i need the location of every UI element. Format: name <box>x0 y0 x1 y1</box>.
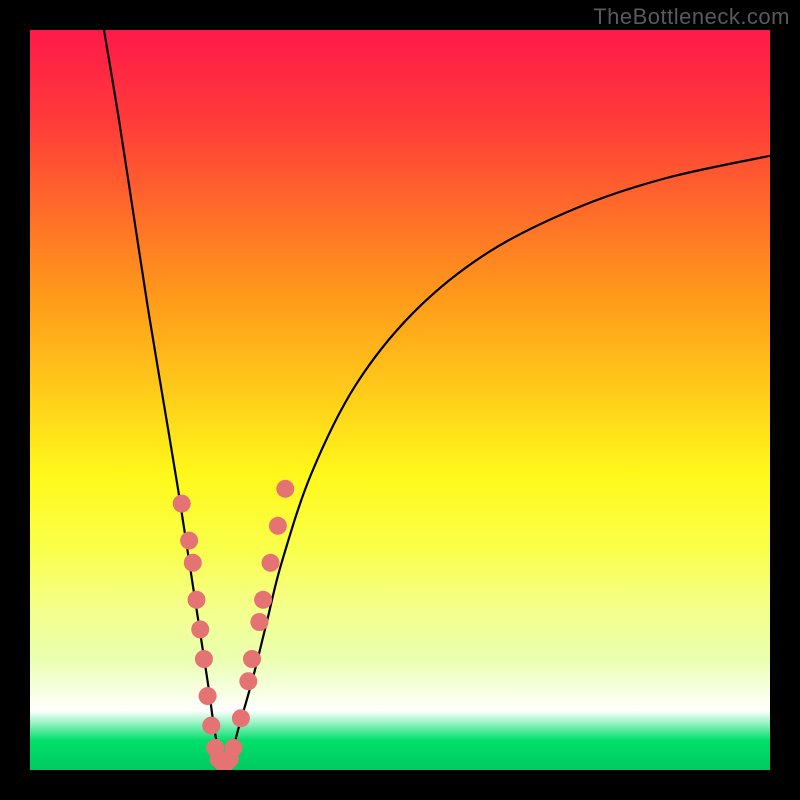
marker-point <box>276 480 294 498</box>
marker-point <box>262 554 280 572</box>
marker-point <box>232 709 250 727</box>
chart-stage: TheBottleneck.com <box>0 0 800 800</box>
marker-point <box>199 687 217 705</box>
marker-point <box>184 554 202 572</box>
marker-point <box>239 672 257 690</box>
marker-point <box>191 620 209 638</box>
plot-area <box>30 30 770 770</box>
marker-point <box>180 532 198 550</box>
marker-group <box>173 480 295 770</box>
marker-point <box>195 650 213 668</box>
marker-point <box>250 613 268 631</box>
chart-svg <box>30 30 770 770</box>
marker-point <box>173 495 191 513</box>
marker-point <box>254 591 272 609</box>
marker-point <box>188 591 206 609</box>
marker-point <box>269 517 287 535</box>
marker-point <box>225 739 243 757</box>
marker-point <box>243 650 261 668</box>
watermark-text: TheBottleneck.com <box>593 4 790 30</box>
marker-point <box>202 717 220 735</box>
